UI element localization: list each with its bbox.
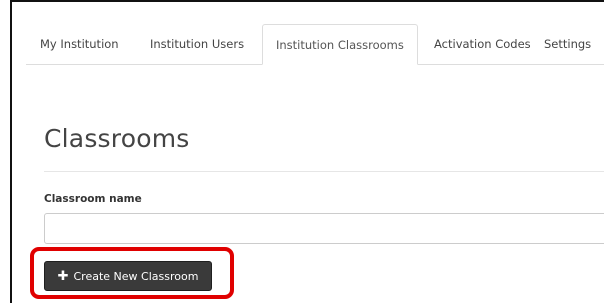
classroom-name-label: Classroom name (44, 193, 142, 205)
create-new-classroom-button[interactable]: ✚ Create New Classroom (44, 261, 212, 291)
divider (44, 171, 604, 172)
tab-bar: My Institution Institution Users Institu… (26, 24, 604, 65)
app-window: My Institution Institution Users Institu… (0, 0, 604, 303)
tab-institution-users[interactable]: Institution Users (150, 24, 244, 64)
plus-icon: ✚ (57, 268, 69, 284)
classroom-name-input[interactable] (44, 213, 604, 244)
tab-settings[interactable]: Settings (544, 24, 591, 64)
tab-institution-classrooms[interactable]: Institution Classrooms (262, 24, 418, 65)
page-title: Classrooms (44, 124, 190, 153)
tab-my-institution[interactable]: My Institution (40, 24, 119, 64)
create-button-label: Create New Classroom (73, 269, 199, 283)
tab-activation-codes[interactable]: Activation Codes (434, 24, 531, 64)
